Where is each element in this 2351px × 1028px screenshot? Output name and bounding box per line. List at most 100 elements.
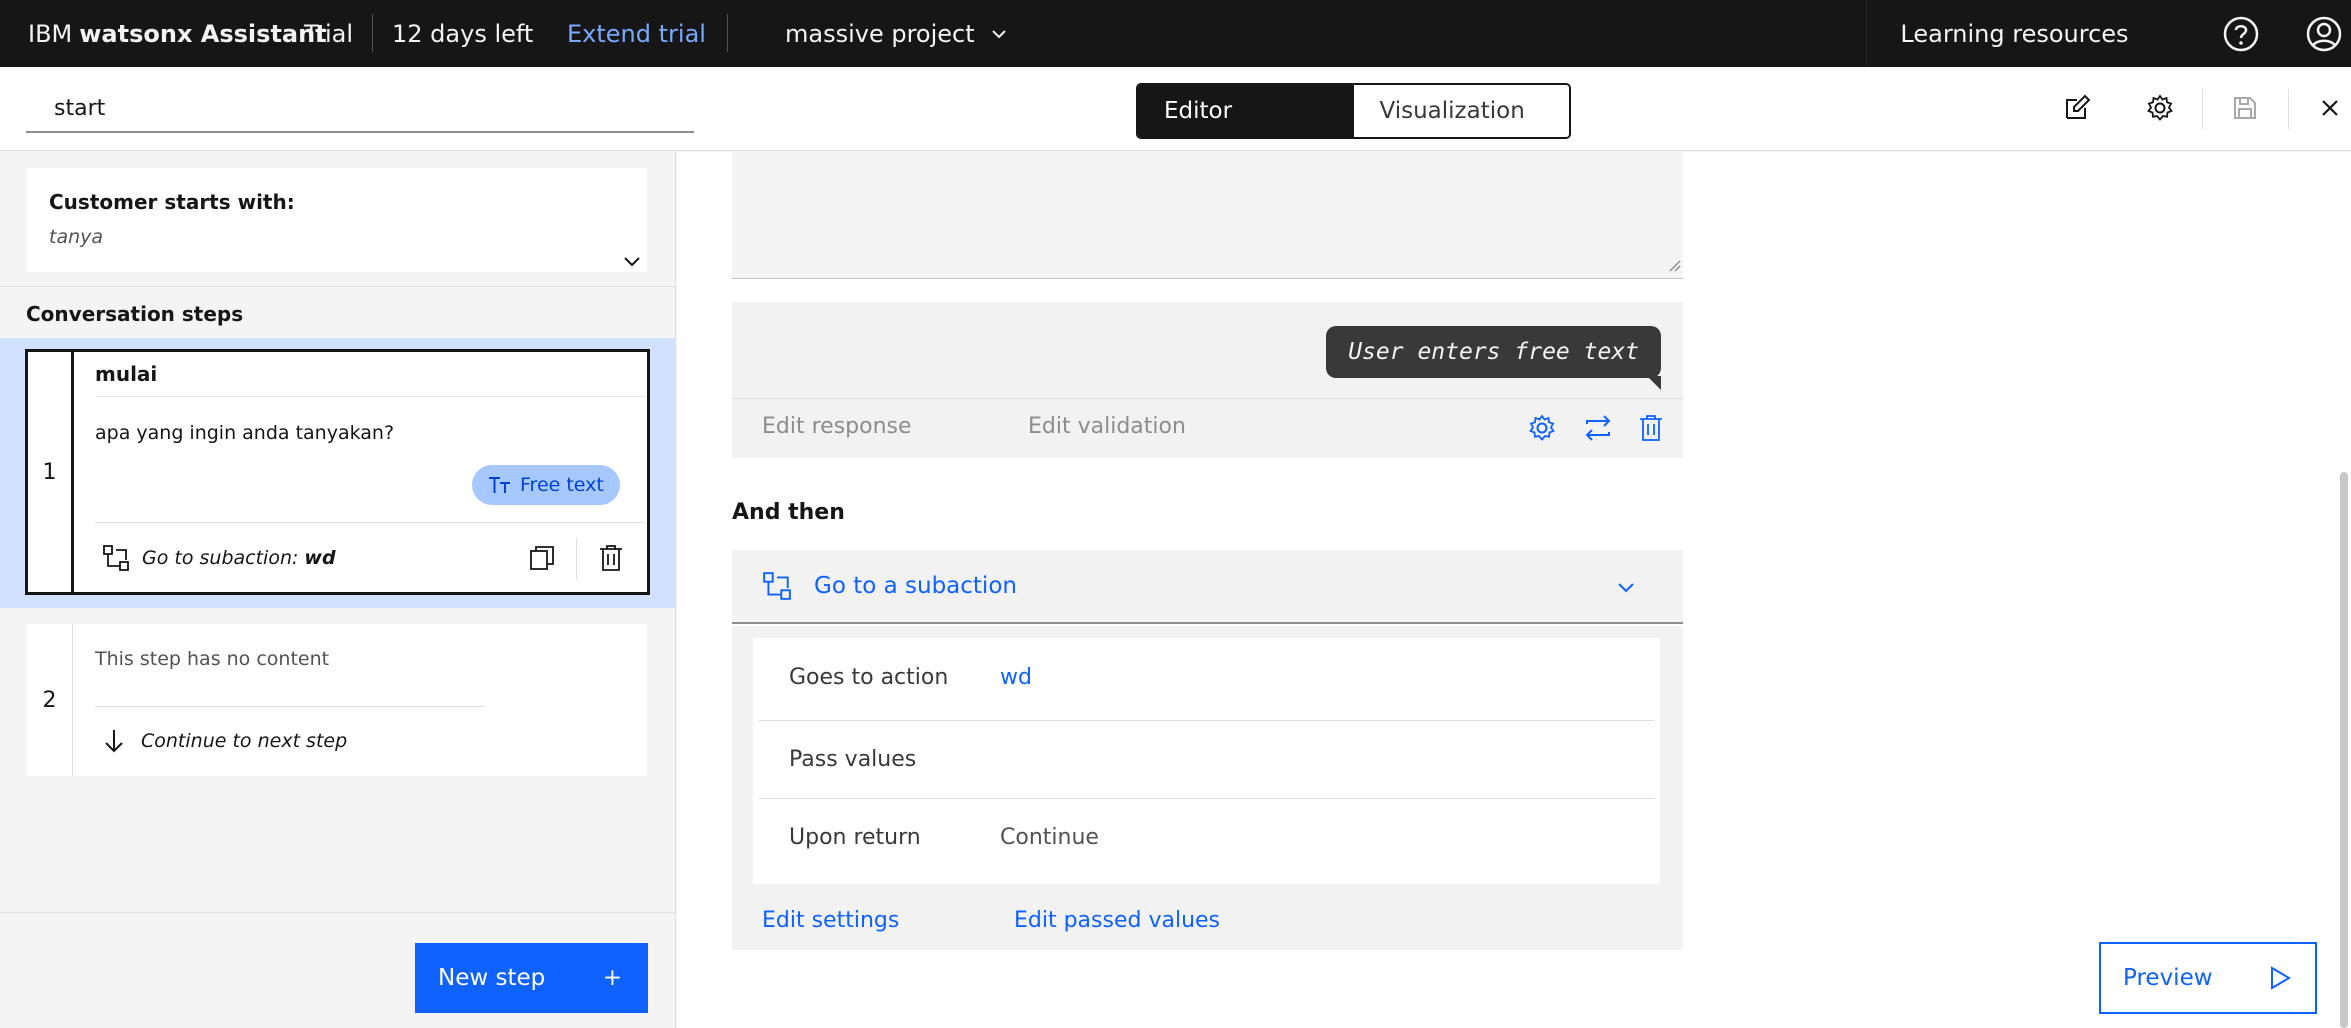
new-step-label: New step xyxy=(438,965,546,991)
swap-icon xyxy=(1584,414,1612,442)
top-navigation-bar: IBM watsonx Assistant Trial 12 days left… xyxy=(0,0,2351,67)
tab-editor[interactable]: Editor xyxy=(1138,85,1354,137)
play-icon xyxy=(2269,966,2291,990)
gear-icon xyxy=(2146,94,2174,122)
free-text-tag: Free text xyxy=(472,465,620,505)
conversation-steps-title: Conversation steps xyxy=(26,302,244,326)
brand-product-name: watsonx Assistant xyxy=(79,19,327,48)
project-switcher[interactable]: massive project xyxy=(785,0,1009,67)
duplicate-icon xyxy=(528,544,556,572)
subaction-icon xyxy=(102,544,130,572)
row-value: Continue xyxy=(1000,824,1099,850)
help-icon xyxy=(2222,15,2260,53)
edit-response-button[interactable]: Edit response xyxy=(762,414,912,439)
trash-icon xyxy=(1638,414,1664,442)
edit-validation-button[interactable]: Edit validation xyxy=(1028,414,1186,439)
row-label: Goes to action xyxy=(789,664,949,690)
divider xyxy=(95,522,645,523)
learning-resources-button[interactable]: Learning resources xyxy=(1866,0,2162,67)
divider xyxy=(372,14,373,52)
trial-days-left: 12 days left xyxy=(392,19,534,48)
expand-button[interactable] xyxy=(621,250,643,272)
response-type-bubble: User enters free text xyxy=(1326,326,1661,390)
edit-passed-values-button[interactable]: Edit passed values xyxy=(1014,908,1220,933)
user-avatar-icon xyxy=(2305,15,2343,53)
and-then-heading: And then xyxy=(732,500,845,525)
divider xyxy=(95,706,485,707)
close-button[interactable] xyxy=(2316,94,2344,122)
customer-response-card: User enters free text Edit response Edit… xyxy=(732,302,1683,458)
step-number: 1 xyxy=(28,352,74,592)
response-settings-button[interactable] xyxy=(1528,414,1556,442)
duplicate-step-button[interactable] xyxy=(528,544,556,572)
step-action-summary: Go to subaction: wd xyxy=(102,544,336,572)
step-editor: User enters free text Edit response Edit… xyxy=(677,152,2351,1028)
steps-sidebar: Customer starts with: tanya Conversation… xyxy=(0,152,676,1028)
divider xyxy=(0,912,676,913)
divider xyxy=(2288,89,2289,129)
edit-action-button[interactable] xyxy=(2063,94,2091,122)
action-label: Continue to next step xyxy=(141,730,348,752)
divider xyxy=(732,398,1683,399)
brand-ibm: IBM xyxy=(28,19,73,48)
user-profile-button[interactable] xyxy=(2305,0,2343,67)
text-type-icon xyxy=(488,475,512,495)
trash-icon xyxy=(598,544,624,572)
chevron-down-icon xyxy=(989,24,1009,44)
chevron-down-icon xyxy=(1615,576,1637,598)
view-switcher: Editor Visualization xyxy=(1136,83,1571,139)
step-text: This step has no content xyxy=(95,648,330,670)
new-step-button[interactable]: New step + xyxy=(415,943,648,1013)
trial-label: Trial xyxy=(304,19,354,48)
add-icon: + xyxy=(602,965,622,991)
project-name: massive project xyxy=(785,19,975,48)
and-then-selected: Go to a subaction xyxy=(814,573,1017,599)
divider xyxy=(576,538,577,580)
action-name-input[interactable] xyxy=(26,85,694,133)
divider xyxy=(727,14,728,52)
tag-label: Free text xyxy=(520,474,604,496)
step-title: mulai xyxy=(95,362,158,386)
delete-step-button[interactable] xyxy=(598,544,624,572)
customer-starts-value: tanya xyxy=(49,226,104,248)
edit-settings-button[interactable]: Edit settings xyxy=(762,908,899,933)
subaction-details-table: Goes to action wd Pass values Upon retur… xyxy=(753,638,1660,884)
goes-to-action-row: Goes to action wd xyxy=(759,638,1654,716)
upon-return-row: Upon return Continue xyxy=(759,798,1654,876)
subaction-icon xyxy=(762,571,792,601)
edit-icon xyxy=(2063,94,2091,122)
divider xyxy=(2202,89,2203,129)
step-number: 2 xyxy=(27,624,73,776)
target-action-link[interactable]: wd xyxy=(1000,665,1032,690)
chevron-down-icon xyxy=(621,250,643,272)
tab-visualization[interactable]: Visualization xyxy=(1353,85,1569,137)
help-button[interactable] xyxy=(2222,0,2260,67)
scrollbar[interactable] xyxy=(2340,472,2348,1028)
extend-trial-link[interactable]: Extend trial xyxy=(567,0,706,67)
resize-handle-icon[interactable] xyxy=(1665,256,1681,276)
customer-starts-title: Customer starts with: xyxy=(49,190,295,214)
action-header: Editor Visualization xyxy=(0,67,2351,151)
preview-button[interactable]: Preview xyxy=(2099,942,2317,1014)
action-settings-button[interactable] xyxy=(2146,94,2174,122)
gear-icon xyxy=(1528,414,1556,442)
change-response-type-button[interactable] xyxy=(1584,414,1612,442)
customer-starts-card[interactable]: Customer starts with: tanya xyxy=(27,168,647,272)
save-button[interactable] xyxy=(2231,94,2259,122)
save-icon xyxy=(2231,94,2259,122)
row-label: Upon return xyxy=(789,824,921,850)
divider xyxy=(95,396,645,397)
action-target: wd xyxy=(304,547,336,569)
step-card-1[interactable]: 1 mulai apa yang ingin anda tanyakan? Fr… xyxy=(25,349,650,595)
assistant-says-textarea[interactable] xyxy=(732,152,1683,279)
step-card-2[interactable]: 2 This step has no content Continue to n… xyxy=(27,624,647,776)
pass-values-row: Pass values xyxy=(759,720,1654,798)
arrow-down-icon xyxy=(103,728,125,754)
subaction-details: Goes to action wd Pass values Upon retur… xyxy=(732,626,1683,950)
close-icon xyxy=(2316,94,2344,122)
action-prefix: Go to subaction: xyxy=(142,547,299,569)
and-then-dropdown[interactable]: Go to a subaction xyxy=(732,550,1683,624)
delete-response-button[interactable] xyxy=(1638,414,1664,442)
row-label: Pass values xyxy=(789,746,917,772)
product-brand[interactable]: IBM watsonx Assistant xyxy=(28,0,327,67)
